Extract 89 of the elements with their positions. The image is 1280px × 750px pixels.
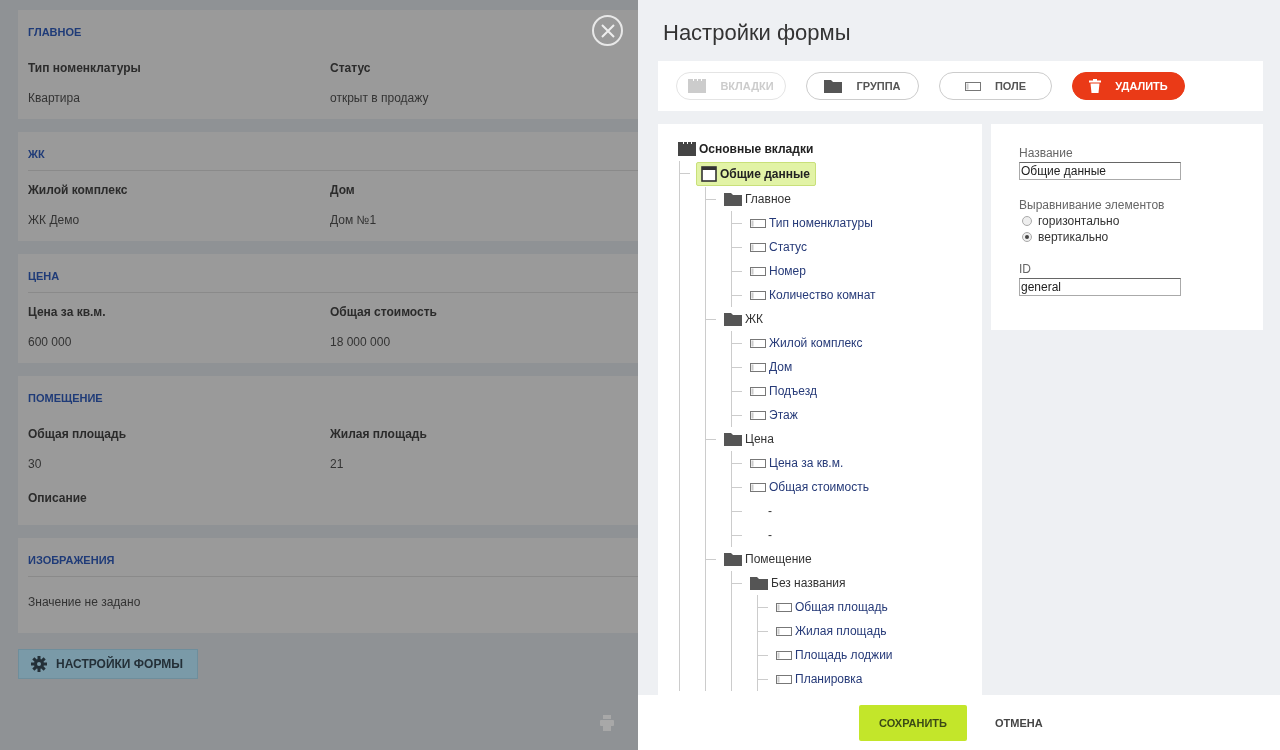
field-value: 21	[330, 456, 344, 473]
field-value: 600 000	[28, 334, 72, 351]
section-title: ИЗОБРАЖЕНИЯ	[28, 554, 115, 568]
folder-icon	[724, 432, 742, 446]
field-label: Статус	[330, 60, 371, 77]
tree-item[interactable]: Жилой комплекс	[748, 332, 865, 354]
folder-icon	[724, 192, 742, 206]
field-label: Название	[1019, 146, 1073, 160]
field-label: Цена за кв.м.	[28, 304, 106, 321]
folder-icon	[824, 79, 843, 93]
delete-button[interactable]: УДАЛИТЬ	[1072, 72, 1185, 100]
tabs-icon	[678, 142, 696, 156]
field-label: Общая площадь	[28, 426, 126, 443]
print-icon[interactable]	[600, 715, 614, 731]
field-icon	[750, 242, 766, 252]
tree-item[interactable]: Статус	[748, 236, 809, 258]
section-title: ЖК	[28, 148, 45, 162]
window-icon	[701, 166, 717, 182]
field-icon	[750, 458, 766, 468]
field-icon	[750, 338, 766, 348]
radio-option[interactable]: горизонтально	[1019, 214, 1120, 228]
tree-item[interactable]: Помещение	[722, 548, 814, 570]
add-group-button[interactable]: ГРУППА	[806, 72, 919, 100]
tree-item[interactable]: Жилая площадь	[774, 620, 889, 642]
field-icon	[776, 650, 792, 660]
tree-item[interactable]: Общая стоимость	[748, 476, 871, 498]
section-title: ГЛАВНОЕ	[28, 26, 82, 40]
field-label: Общая стоимость	[330, 304, 437, 321]
tree-item[interactable]: Цена за кв.м.	[748, 452, 846, 474]
tree-item[interactable]: Количество комнат	[748, 284, 878, 306]
field-icon	[776, 626, 792, 636]
field-value: 18 000 000	[330, 334, 391, 351]
tabs-icon	[688, 79, 707, 93]
form-settings-button[interactable]: НАСТРОЙКИ ФОРМЫ	[18, 649, 198, 679]
tree-item[interactable]: Планировка	[774, 668, 865, 690]
field-label: Тип номенклатуры	[28, 60, 141, 77]
trash-icon	[1089, 79, 1102, 93]
tree-item[interactable]: Общая площадь	[774, 596, 890, 618]
field-icon	[750, 410, 766, 420]
field-icon	[750, 218, 766, 228]
field-icon	[750, 290, 766, 300]
field-icon	[776, 674, 792, 684]
tree-item[interactable]: Цена	[722, 428, 776, 450]
tree-item[interactable]: -	[748, 500, 774, 522]
field-value: Квартира	[28, 90, 80, 107]
field-label: Выравнивание элементов	[1019, 198, 1165, 212]
field-icon	[750, 362, 766, 372]
field-label: ID	[1019, 262, 1031, 276]
id-input[interactable]: general	[1019, 278, 1181, 296]
section-title: ЦЕНА	[28, 270, 60, 284]
tree-item[interactable]: Общие данные	[696, 162, 816, 186]
field-value: ЖК Демо	[28, 212, 80, 229]
tree-item[interactable]: Главное	[722, 188, 793, 210]
field-icon	[750, 482, 766, 492]
tree-item[interactable]: Номер	[748, 260, 808, 282]
folder-icon	[750, 576, 768, 590]
add-field-button[interactable]: ПОЛЕ	[939, 72, 1052, 100]
tree-item[interactable]: Тип номенклатуры	[748, 212, 875, 234]
section-title: ПОМЕЩЕНИЕ	[28, 392, 103, 406]
panel-title: Настройки формы	[662, 19, 852, 47]
field-icon	[776, 602, 792, 612]
field-icon	[964, 81, 981, 91]
close-button[interactable]	[592, 15, 623, 46]
tree-item[interactable]: Подъезд	[748, 380, 819, 402]
tree-item[interactable]: Основные вкладки	[676, 138, 816, 160]
field-value: 30	[28, 456, 42, 473]
radio-option[interactable]: вертикально	[1019, 230, 1120, 244]
tree-item[interactable]: -	[748, 524, 774, 546]
field-value: открыт в продажу	[330, 90, 429, 107]
field-label: Жилая площадь	[330, 426, 427, 443]
field-label: Описание	[28, 490, 87, 507]
name-input[interactable]: Общие данные	[1019, 162, 1181, 180]
tree-item[interactable]: Без названия	[748, 572, 848, 594]
field-icon	[750, 386, 766, 396]
tree-item[interactable]: Площадь лоджии	[774, 644, 895, 666]
folder-icon	[724, 552, 742, 566]
save-button[interactable]: СОХРАНИТЬ	[859, 704, 967, 741]
tree-item[interactable]: Этаж	[748, 404, 800, 426]
tree-item[interactable]: ЖК	[722, 308, 766, 330]
field-value: Дом №1	[330, 212, 377, 229]
folder-icon	[724, 312, 742, 326]
empty-note: Значение не задано	[28, 594, 141, 611]
tree-item[interactable]: Дом	[748, 356, 795, 378]
field-icon	[750, 266, 766, 276]
gear-icon	[31, 656, 47, 672]
cancel-button[interactable]: ОТМЕНА	[995, 708, 1043, 737]
field-label: Жилой комплекс	[28, 182, 128, 199]
field-label: Дом	[330, 182, 355, 199]
close-icon	[600, 23, 615, 38]
